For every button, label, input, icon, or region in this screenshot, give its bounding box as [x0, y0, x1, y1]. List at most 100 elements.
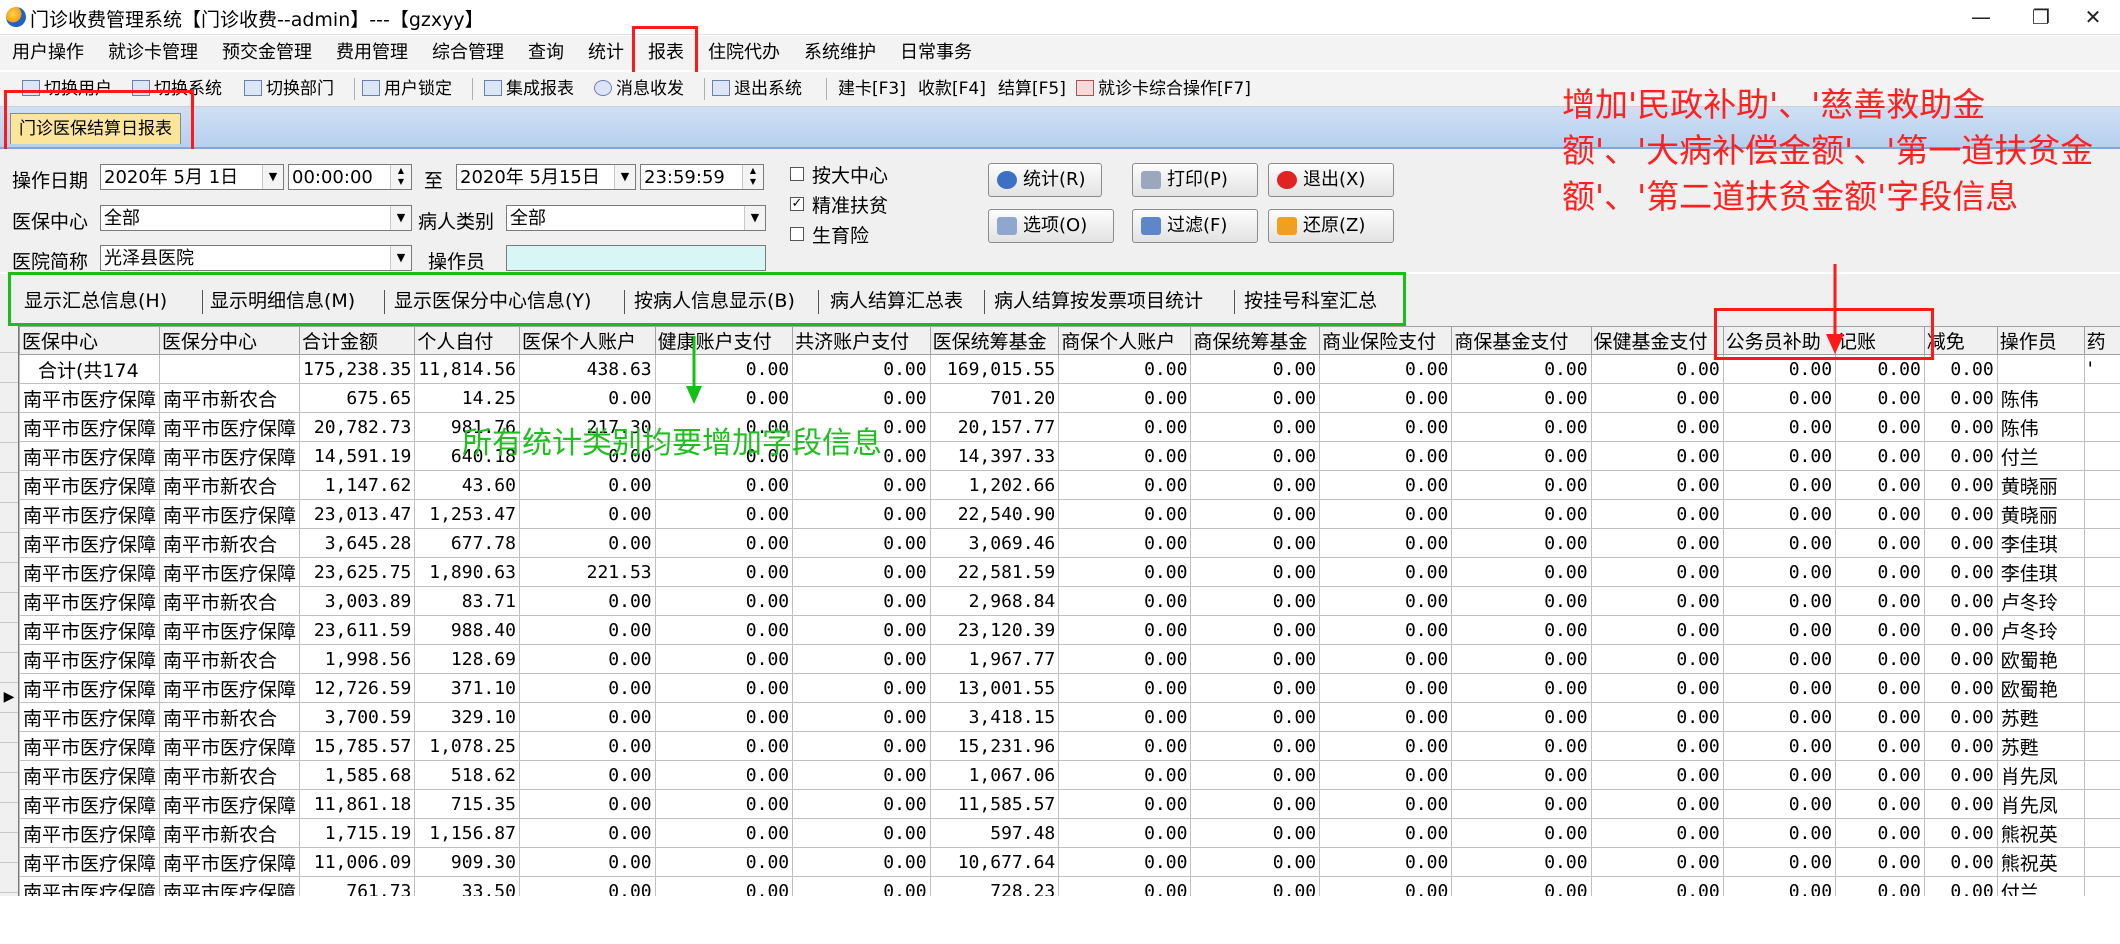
table-cell[interactable]: 0.00 — [1319, 789, 1453, 819]
table-row[interactable]: 南平市医疗保障 南平市新农合 1,998.56 128.69 0.00 0.00 0.00 1… — [19, 644, 2120, 674]
table-cell[interactable] — [2083, 789, 2120, 819]
table-cell[interactable]: 肖先凤 — [1996, 789, 2085, 819]
menu-card-mgmt[interactable]: 就诊卡管理 — [108, 36, 198, 70]
table-cell[interactable]: 0.00 — [654, 528, 794, 558]
table-cell[interactable]: 黄晓丽 — [1996, 470, 2085, 500]
table-cell[interactable]: 518.62 — [414, 760, 520, 790]
table-row[interactable]: 南平市医疗保障 南平市医疗保障 761.73 33.50 0.00 0.00 0.00 728… — [19, 876, 2120, 896]
table-cell[interactable]: 0.00 — [1590, 847, 1724, 877]
table-cell[interactable]: 0.00 — [654, 847, 794, 877]
table-cell[interactable]: 0.00 — [1835, 586, 1925, 616]
table-cell[interactable]: 0.00 — [1058, 673, 1192, 703]
table-cell[interactable]: 0.00 — [518, 383, 656, 413]
patient-type-select[interactable]: 全部 ▼ — [506, 205, 766, 231]
table-cell[interactable]: 李佳琪 — [1996, 557, 2085, 587]
table-cell[interactable]: 南平市医疗保障 — [159, 876, 301, 896]
table-cell[interactable]: 南平市医疗保障 — [159, 789, 301, 819]
table-cell[interactable]: 南平市医疗保障 — [19, 528, 161, 558]
column-header[interactable]: 医保统筹基金 — [929, 326, 1060, 355]
table-cell[interactable]: 0.00 — [1451, 731, 1592, 761]
table-cell[interactable]: 22,540.90 — [929, 499, 1060, 529]
table-cell[interactable]: 0.00 — [1590, 818, 1724, 848]
table-cell[interactable]: 0.00 — [1923, 354, 1998, 384]
time-to-spinner[interactable]: 23:59:59 ▲ ▼ — [640, 164, 764, 190]
table-cell[interactable]: 0.00 — [1319, 673, 1453, 703]
table-cell[interactable]: 0.00 — [1190, 528, 1321, 558]
table-cell[interactable]: 438.63 — [518, 354, 656, 384]
table-cell[interactable]: 卢冬玲 — [1996, 615, 2085, 645]
table-row[interactable]: 南平市医疗保障 南平市医疗保障 23,625.75 1,890.63 221.53 0.0… — [19, 557, 2120, 587]
table-cell[interactable]: 0.00 — [518, 702, 656, 732]
table-cell[interactable]: 0.00 — [654, 673, 794, 703]
table-cell[interactable]: 0.00 — [1451, 586, 1592, 616]
row-indicator[interactable] — [0, 443, 18, 473]
table-cell[interactable]: 0.00 — [1451, 673, 1592, 703]
table-cell[interactable]: 李佳琪 — [1996, 528, 2085, 558]
table-cell[interactable] — [2083, 441, 2120, 471]
table-cell[interactable]: 1,147.62 — [299, 470, 416, 500]
collect-payment-button[interactable]: 收款[F4] — [918, 72, 986, 106]
table-cell[interactable]: 0.00 — [1722, 789, 1837, 819]
table-cell[interactable]: 0.00 — [1058, 818, 1192, 848]
table-cell[interactable]: 0.00 — [1319, 354, 1453, 384]
table-cell[interactable] — [1996, 354, 2085, 384]
table-cell[interactable]: 0.00 — [792, 354, 931, 384]
table-cell[interactable]: 南平市医疗保障 — [19, 789, 161, 819]
table-cell[interactable]: 南平市新农合 — [159, 586, 301, 616]
table-cell[interactable]: 0.00 — [1923, 557, 1998, 587]
table-cell[interactable]: 0.00 — [1835, 673, 1925, 703]
table-cell[interactable]: 0.00 — [1923, 673, 1998, 703]
table-cell[interactable]: 3,003.89 — [299, 586, 416, 616]
table-cell[interactable]: 3,069.46 — [929, 528, 1060, 558]
table-cell[interactable]: 0.00 — [1190, 818, 1321, 848]
table-row[interactable]: 南平市医疗保障 南平市新农合 1,715.19 1,156.87 0.00 0.00 0.0… — [19, 818, 2120, 848]
table-cell[interactable]: 14,397.33 — [929, 441, 1060, 471]
table-cell[interactable]: 0.00 — [654, 586, 794, 616]
table-cell[interactable]: 0.00 — [518, 760, 656, 790]
table-cell[interactable]: 熊祝英 — [1996, 818, 2085, 848]
table-cell[interactable]: 0.00 — [1923, 789, 1998, 819]
table-cell[interactable]: 0.00 — [654, 615, 794, 645]
table-cell[interactable]: 0.00 — [1319, 470, 1453, 500]
table-cell[interactable]: 0.00 — [518, 876, 656, 896]
row-indicator[interactable] — [0, 563, 18, 593]
table-cell[interactable]: 0.00 — [1590, 731, 1724, 761]
table-cell[interactable]: 1,202.66 — [929, 470, 1060, 500]
table-cell[interactable]: ' — [2083, 354, 2120, 384]
table-cell[interactable]: 0.00 — [1923, 818, 1998, 848]
table-cell[interactable]: 0.00 — [1451, 354, 1592, 384]
column-header[interactable]: 操作员 — [1996, 326, 2085, 355]
table-cell[interactable] — [2083, 615, 2120, 645]
table-cell[interactable]: 陈伟 — [1996, 412, 2085, 442]
table-row[interactable]: 南平市医疗保障 南平市医疗保障 11,006.09 909.30 0.00 0.00 0.0… — [19, 847, 2120, 877]
table-cell[interactable]: 0.00 — [1058, 847, 1192, 877]
table-cell[interactable]: 677.78 — [414, 528, 520, 558]
table-cell[interactable]: 陈伟 — [1996, 383, 2085, 413]
table-cell[interactable]: 南平市医疗保障 — [19, 470, 161, 500]
column-header[interactable]: 医保中心 — [19, 326, 161, 355]
table-cell[interactable]: 0.00 — [1835, 499, 1925, 529]
table-cell[interactable]: 0.00 — [1923, 441, 1998, 471]
table-cell[interactable]: 0.00 — [518, 673, 656, 703]
chevron-down-icon[interactable]: ▼ — [614, 165, 635, 189]
table-cell[interactable]: 0.00 — [1923, 847, 1998, 877]
table-cell[interactable]: 0.00 — [654, 383, 794, 413]
table-cell[interactable] — [2083, 528, 2120, 558]
table-cell[interactable]: 0.00 — [1722, 760, 1837, 790]
row-indicator[interactable] — [0, 383, 18, 413]
table-cell[interactable]: 熊祝英 — [1996, 847, 2085, 877]
menu-fee-mgmt[interactable]: 费用管理 — [336, 36, 408, 70]
table-cell[interactable]: 0.00 — [792, 789, 931, 819]
table-cell[interactable]: 0.00 — [1190, 731, 1321, 761]
table-cell[interactable]: 南平市医疗保障 — [19, 847, 161, 877]
column-header[interactable]: 减免 — [1923, 326, 1998, 355]
table-cell[interactable]: 0.00 — [1590, 557, 1724, 587]
table-cell[interactable]: 0.00 — [654, 354, 794, 384]
checkbox-big-center[interactable] — [790, 167, 804, 181]
table-cell[interactable]: 0.00 — [1835, 557, 1925, 587]
table-cell[interactable]: 0.00 — [1190, 760, 1321, 790]
table-cell[interactable]: 南平市医疗保障 — [19, 673, 161, 703]
table-row[interactable]: 南平市医疗保障 南平市新农合 3,645.28 677.78 0.00 0.00 0.00 3… — [19, 528, 2120, 558]
table-cell[interactable]: 0.00 — [654, 789, 794, 819]
menu-deposit-mgmt[interactable]: 预交金管理 — [222, 36, 312, 70]
